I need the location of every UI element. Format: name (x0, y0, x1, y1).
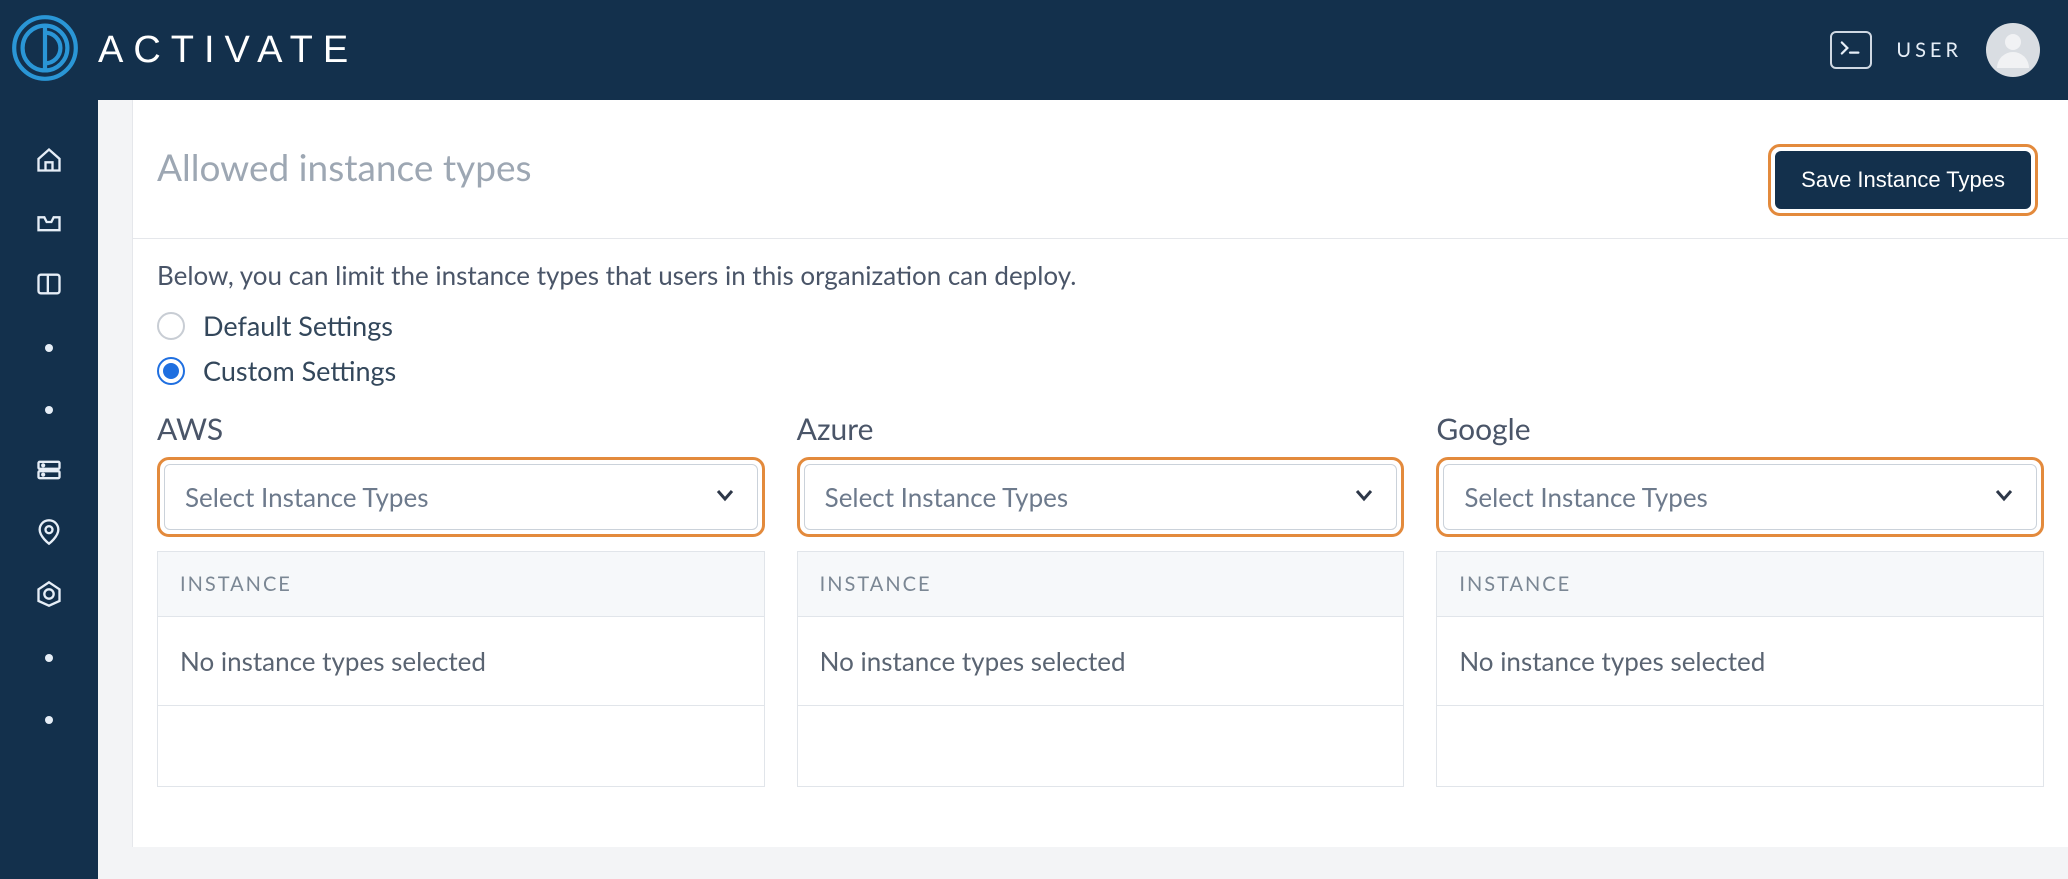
provider-azure: Azure Select Instance Types INSTANCE No … (797, 411, 1405, 787)
app-header: ACTIVATE USER (0, 0, 2068, 100)
table-row (158, 706, 764, 786)
home-icon (35, 146, 63, 178)
sidebar-item-server[interactable] (27, 450, 71, 494)
select-highlight: Select Instance Types (797, 457, 1405, 537)
chevron-down-icon (1352, 483, 1376, 511)
azure-instance-select[interactable]: Select Instance Types (804, 464, 1398, 530)
chevron-down-icon (713, 483, 737, 511)
avatar-icon (1993, 28, 2033, 72)
select-highlight: Select Instance Types (1436, 457, 2044, 537)
inbox-icon (35, 208, 63, 240)
kubernetes-icon (35, 580, 63, 612)
provider-aws: AWS Select Instance Types INSTANCE No in… (157, 411, 765, 787)
select-placeholder: Select Instance Types (825, 481, 1068, 513)
main-content: Allowed instance types Save Instance Typ… (98, 100, 2068, 879)
sidebar-item-inbox[interactable] (27, 202, 71, 246)
select-placeholder: Select Instance Types (185, 481, 428, 513)
provider-title: Google (1436, 411, 2044, 447)
sidebar-separator-dot (45, 406, 53, 414)
radio-default-settings[interactable]: Default Settings (133, 303, 2068, 348)
section-title: Allowed instance types (157, 144, 532, 189)
google-instance-select[interactable]: Select Instance Types (1443, 464, 2037, 530)
radio-label: Default Settings (203, 309, 393, 342)
radio-custom-settings[interactable]: Custom Settings (133, 348, 2068, 393)
sidebar-separator-dot (45, 716, 53, 724)
sidebar-separator-dot (45, 654, 53, 662)
sidebar-item-panel[interactable] (27, 264, 71, 308)
table-row (1437, 706, 2043, 786)
location-icon (35, 518, 63, 550)
section-description: Below, you can limit the instance types … (133, 239, 2068, 303)
user-avatar[interactable] (1986, 23, 2040, 77)
provider-google: Google Select Instance Types INSTANCE No… (1436, 411, 2044, 787)
sidebar-item-kubernetes[interactable] (27, 574, 71, 618)
table-empty-row: No instance types selected (158, 617, 764, 706)
sidebar-separator-dot (45, 344, 53, 352)
server-icon (35, 456, 63, 488)
radio-icon (157, 312, 185, 340)
table-empty-row: No instance types selected (798, 617, 1404, 706)
table-header: INSTANCE (158, 552, 764, 617)
radio-label: Custom Settings (203, 354, 396, 387)
table-empty-row: No instance types selected (1437, 617, 2043, 706)
save-instance-types-button[interactable]: Save Instance Types (1775, 151, 2031, 209)
sidebar-item-location[interactable] (27, 512, 71, 556)
logo-icon (10, 13, 80, 87)
google-instance-table: INSTANCE No instance types selected (1436, 551, 2044, 787)
aws-instance-select[interactable]: Select Instance Types (164, 464, 758, 530)
table-row (798, 706, 1404, 786)
provider-title: AWS (157, 411, 765, 447)
sidebar-item-home[interactable] (27, 140, 71, 184)
chevron-down-icon (1992, 483, 2016, 511)
brand-logo[interactable]: ACTIVATE (10, 13, 358, 87)
provider-title: Azure (797, 411, 1405, 447)
terminal-button[interactable] (1830, 31, 1872, 69)
aws-instance-table: INSTANCE No instance types selected (157, 551, 765, 787)
terminal-icon (1840, 40, 1862, 60)
radio-icon (157, 357, 185, 385)
azure-instance-table: INSTANCE No instance types selected (797, 551, 1405, 787)
sidebar (0, 100, 98, 879)
brand-name: ACTIVATE (98, 29, 358, 72)
user-label: USER (1896, 38, 1962, 62)
select-highlight: Select Instance Types (157, 457, 765, 537)
table-header: INSTANCE (1437, 552, 2043, 617)
table-header: INSTANCE (798, 552, 1404, 617)
save-button-highlight: Save Instance Types (1768, 144, 2038, 216)
select-placeholder: Select Instance Types (1464, 481, 1707, 513)
panel-icon (35, 270, 63, 302)
